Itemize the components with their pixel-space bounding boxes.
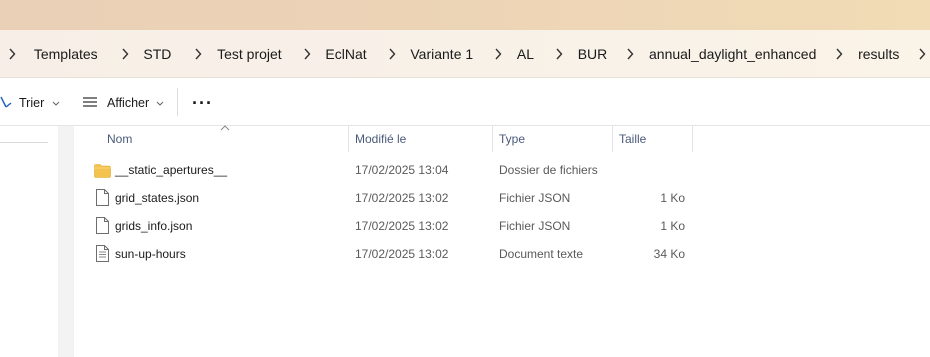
view-button[interactable]: Afficher bbox=[82, 92, 164, 114]
file-type: Dossier de fichiers bbox=[499, 163, 598, 177]
title-bar bbox=[0, 0, 930, 30]
chevron-right-icon[interactable] bbox=[6, 48, 19, 60]
folder-icon bbox=[94, 161, 111, 179]
column-divider[interactable] bbox=[348, 126, 349, 152]
file-icon bbox=[94, 217, 111, 235]
file-modified: 17/02/2025 13:02 bbox=[355, 191, 449, 205]
sort-label: Trier bbox=[19, 96, 45, 110]
breadcrumb-item[interactable]: Test projet bbox=[212, 46, 287, 62]
breadcrumb-item[interactable]: EclNat bbox=[320, 46, 371, 62]
breadcrumb-item-current[interactable]: results bbox=[853, 46, 904, 62]
file-modified: 17/02/2025 13:04 bbox=[355, 163, 449, 177]
list-item[interactable]: grids_info.json 17/02/2025 13:02 Fichier… bbox=[74, 212, 930, 240]
column-header-name[interactable]: Nom bbox=[107, 132, 132, 146]
breadcrumb-item[interactable]: BUR bbox=[573, 46, 613, 62]
sort-arrow-icon bbox=[0, 95, 14, 112]
sort-ascending-icon bbox=[220, 123, 230, 133]
file-type: Fichier JSON bbox=[499, 191, 571, 205]
file-name: grid_states.json bbox=[115, 191, 200, 205]
file-list: Nom Modifié le Type Taille __static_aper… bbox=[74, 123, 930, 357]
list-item[interactable]: __static_apertures__ 17/02/2025 13:04 Do… bbox=[74, 156, 930, 184]
file-modified: 17/02/2025 13:02 bbox=[355, 219, 449, 233]
chevron-down-icon bbox=[52, 96, 60, 110]
chevron-right-icon[interactable] bbox=[622, 48, 638, 60]
file-size: 34 Ko bbox=[653, 247, 685, 261]
breadcrumb-item[interactable]: Variante 1 bbox=[405, 46, 478, 62]
view-label: Afficher bbox=[107, 96, 150, 110]
chevron-right-icon[interactable] bbox=[490, 48, 506, 60]
chevron-down-icon bbox=[156, 96, 164, 110]
chevron-right-icon[interactable] bbox=[551, 48, 567, 60]
column-header-size[interactable]: Taille bbox=[619, 132, 646, 146]
column-header-modified[interactable]: Modifié le bbox=[355, 132, 406, 146]
breadcrumb-item[interactable]: STD bbox=[138, 46, 176, 62]
chevron-right-icon[interactable] bbox=[190, 48, 206, 60]
text-file-icon bbox=[94, 245, 111, 263]
column-divider[interactable] bbox=[692, 126, 693, 152]
file-name: sun-up-hours bbox=[115, 247, 186, 261]
file-size: 1 Ko bbox=[660, 191, 685, 205]
file-modified: 17/02/2025 13:02 bbox=[355, 247, 449, 261]
breadcrumb-item[interactable]: Templates bbox=[29, 46, 103, 62]
file-name: __static_apertures__ bbox=[115, 163, 228, 177]
column-divider[interactable] bbox=[612, 126, 613, 152]
file-name: grids_info.json bbox=[115, 219, 193, 233]
column-divider[interactable] bbox=[492, 126, 493, 152]
nav-scrollbar[interactable] bbox=[58, 126, 74, 357]
more-options-icon: ··· bbox=[192, 92, 213, 113]
column-header-type[interactable]: Type bbox=[499, 132, 525, 146]
address-bar[interactable]: Templates STD Test projet EclNat Variant… bbox=[0, 30, 930, 78]
chevron-right-icon[interactable] bbox=[914, 48, 930, 60]
navigation-pane[interactable] bbox=[0, 126, 58, 357]
chevron-right-icon[interactable] bbox=[831, 48, 847, 60]
nav-divider bbox=[0, 142, 48, 143]
list-item[interactable]: grid_states.json 17/02/2025 13:02 Fichie… bbox=[74, 184, 930, 212]
breadcrumb-item[interactable]: annual_daylight_enhanced bbox=[644, 46, 821, 62]
file-size: 1 Ko bbox=[660, 219, 685, 233]
chevron-right-icon[interactable] bbox=[384, 48, 400, 60]
view-lines-icon bbox=[82, 96, 100, 111]
sort-button[interactable]: Trier bbox=[0, 92, 60, 114]
toolbar-divider bbox=[177, 88, 178, 116]
chevron-right-icon[interactable] bbox=[117, 48, 133, 60]
file-type: Document texte bbox=[499, 247, 584, 261]
list-item[interactable]: sun-up-hours 17/02/2025 13:02 Document t… bbox=[74, 240, 930, 268]
breadcrumb-item[interactable]: AL bbox=[512, 46, 539, 62]
file-type: Fichier JSON bbox=[499, 219, 571, 233]
column-headers: Nom Modifié le Type Taille bbox=[74, 123, 930, 152]
command-bar: Trier Afficher ··· bbox=[0, 78, 930, 126]
more-options-button[interactable]: ··· bbox=[192, 92, 213, 114]
file-icon bbox=[94, 189, 111, 207]
chevron-right-icon[interactable] bbox=[299, 48, 315, 60]
